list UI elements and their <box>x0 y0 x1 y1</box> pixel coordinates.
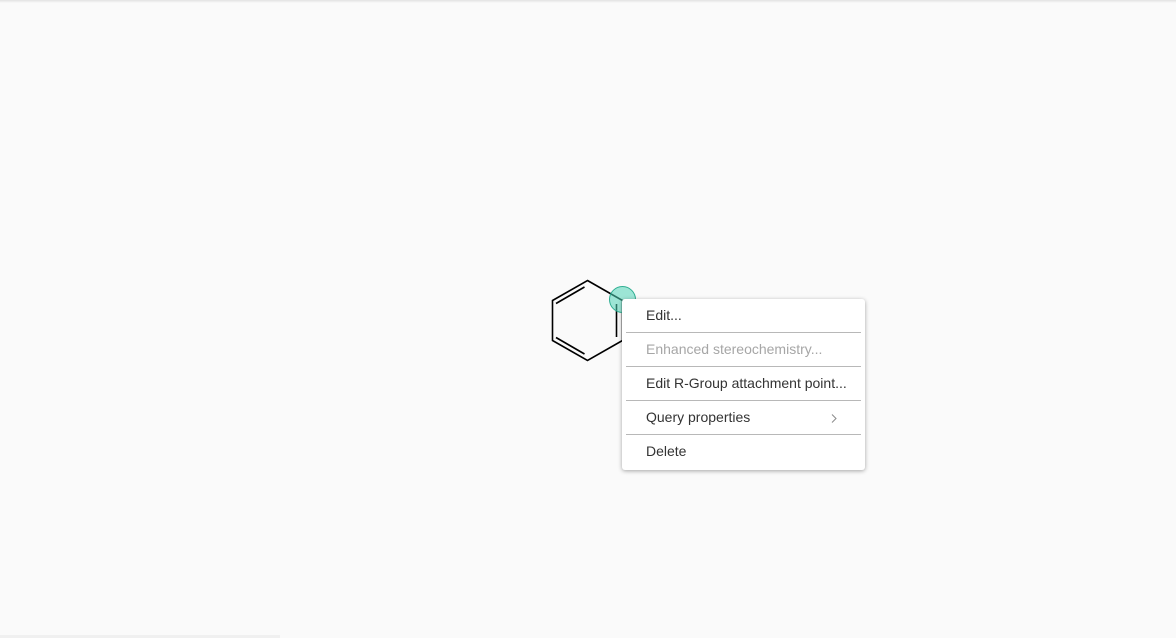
menu-item-query-properties[interactable]: Query properties <box>626 401 861 435</box>
menu-item-label: Query properties <box>646 409 751 425</box>
chemical-structure-canvas[interactable]: Edit... Enhanced stereochemistry... Edit… <box>0 0 1176 638</box>
chevron-right-icon <box>831 414 837 423</box>
menu-item-delete[interactable]: Delete <box>626 435 861 469</box>
menu-item-enhanced-stereochemistry: Enhanced stereochemistry... <box>626 333 861 367</box>
menu-item-label: Enhanced stereochemistry... <box>646 341 823 357</box>
menu-item-label: Edit R-Group attachment point... <box>646 375 847 391</box>
atom-context-menu: Edit... Enhanced stereochemistry... Edit… <box>622 299 865 470</box>
menu-item-edit[interactable]: Edit... <box>626 299 861 333</box>
menu-item-label: Delete <box>646 443 687 459</box>
toolbar-shadow <box>0 0 1176 3</box>
menu-item-label: Edit... <box>646 307 682 323</box>
menu-item-edit-rgroup-attachment[interactable]: Edit R-Group attachment point... <box>626 367 861 401</box>
